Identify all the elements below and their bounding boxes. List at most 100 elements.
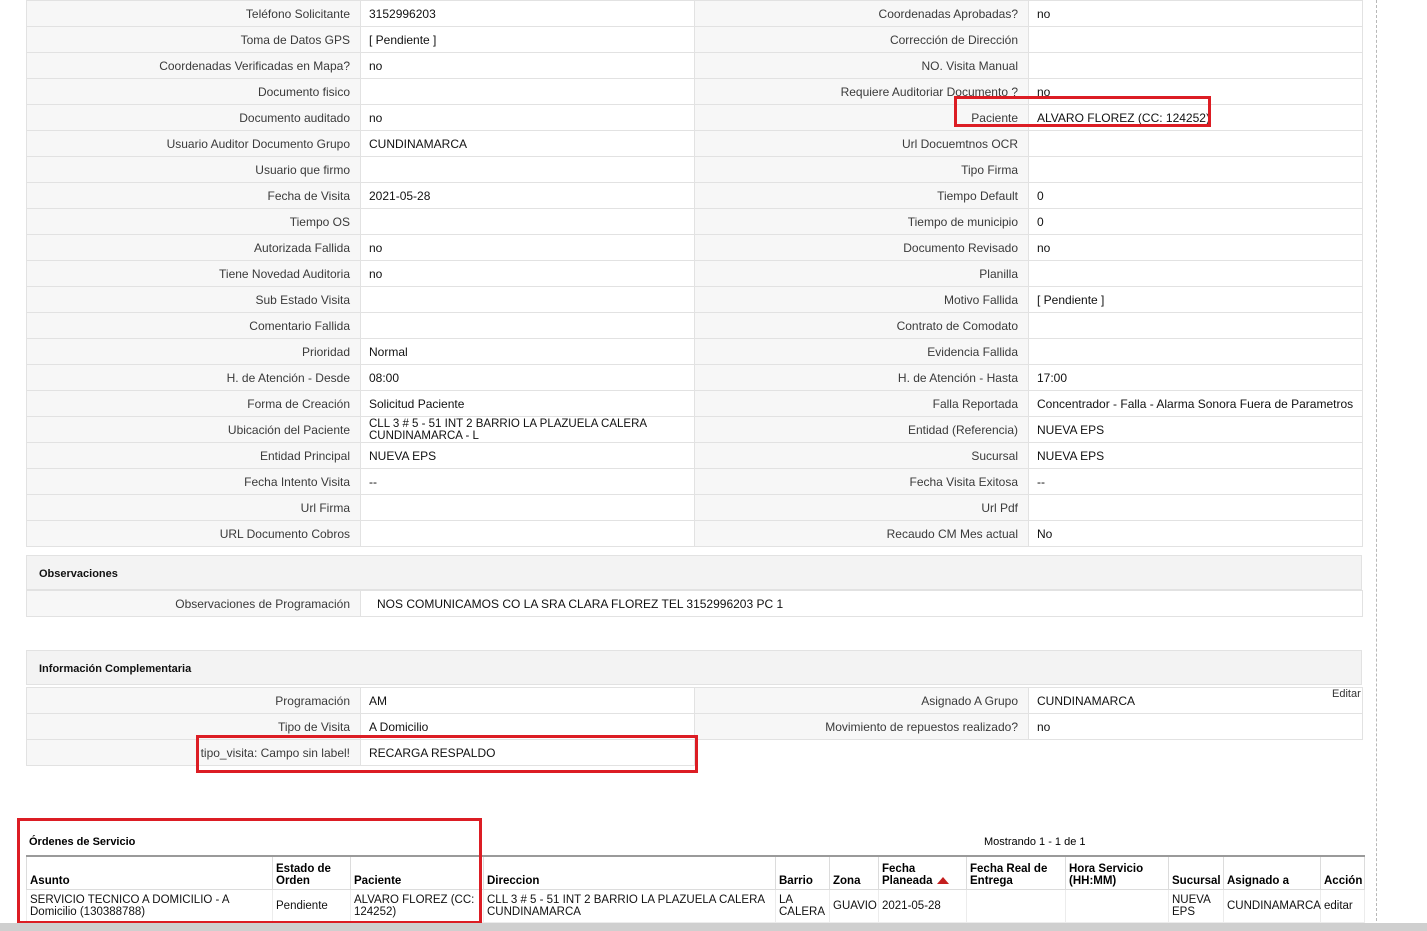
detail-row: Usuario que firmo Tipo Firma xyxy=(26,156,1363,183)
field-label: Url Pdf xyxy=(694,494,1029,521)
detail-row: Tiene Novedad Auditoria no Planilla xyxy=(26,260,1363,287)
field-label: Paciente xyxy=(694,104,1029,131)
info-row: Tipo de Visita A Domicilio Movimiento de… xyxy=(26,713,1363,740)
field-label: Coordenadas Aprobadas? xyxy=(694,0,1029,27)
detail-row: Usuario Auditor Documento Grupo CUNDINAMA… xyxy=(26,130,1363,157)
field-value xyxy=(360,208,695,235)
field-value: 17:00 xyxy=(1028,364,1363,391)
field-label: Coordenadas Verificadas en Mapa? xyxy=(26,52,361,79)
field-value: 0 xyxy=(1028,208,1363,235)
right-dashed-divider xyxy=(1376,0,1377,931)
field-label: tipo_visita: Campo sin label! xyxy=(26,739,361,766)
info-row: tipo_visita: Campo sin label! RECARGA RE… xyxy=(26,739,1363,766)
field-value: ALVARO FLOREZ (CC: 124252) xyxy=(1028,104,1363,131)
detail-row: Coordenadas Verificadas en Mapa? no NO. Vi… xyxy=(26,52,1363,79)
field-label: Fecha de Visita xyxy=(26,182,361,209)
column-header-direccion[interactable]: Direccion xyxy=(483,855,776,890)
detail-row: Documento auditado no Paciente ALVARO FLORE… xyxy=(26,104,1363,131)
observaciones-table: Observaciones de Programación NOS COMUNI… xyxy=(26,590,1363,617)
field-value: -- xyxy=(360,468,695,495)
info-complementaria-table: Programación AM Asignado A Grupo CUNDINA… xyxy=(26,687,1363,766)
field-value: Solicitud Paciente xyxy=(360,390,695,417)
field-value: NOS COMUNICAMOS CO LA SRA CLARA FLOREZ T… xyxy=(360,590,1363,617)
detail-row: Entidad Principal NUEVA EPS Sucursal NUEVA … xyxy=(26,442,1363,469)
column-header-accion: Acción xyxy=(1320,855,1365,890)
cell-asunto: SERVICIO TECNICO A DOMICILIO - A Domicil… xyxy=(26,889,273,923)
column-header-asignado[interactable]: Asignado a xyxy=(1223,855,1321,890)
edit-order-link[interactable]: editar xyxy=(1320,889,1365,923)
field-label: Requiere Auditoriar Documento ? xyxy=(694,78,1029,105)
detail-row: Comentario Fallida Contrato de Comodato xyxy=(26,312,1363,339)
field-value: 2021-05-28 xyxy=(360,182,695,209)
field-value xyxy=(360,520,695,547)
field-value: CLL 3 # 5 - 51 INT 2 BARRIO LA PLAZUELA … xyxy=(360,416,695,443)
field-label: Falla Reportada xyxy=(694,390,1029,417)
field-label: Observaciones de Programación xyxy=(26,590,361,617)
field-value xyxy=(360,494,695,521)
field-value xyxy=(1028,52,1363,79)
column-header-barrio[interactable]: Barrio xyxy=(775,855,830,890)
field-label: Documento auditado xyxy=(26,104,361,131)
column-header-paciente[interactable]: Paciente xyxy=(350,855,484,890)
field-label: Prioridad xyxy=(26,338,361,365)
empty-cell xyxy=(694,739,1029,766)
field-label: Tiempo Default xyxy=(694,182,1029,209)
field-value: 08:00 xyxy=(360,364,695,391)
field-value xyxy=(360,156,695,183)
cell-asignado: CUNDINAMARCA xyxy=(1223,889,1321,923)
cell-estado: Pendiente xyxy=(272,889,351,923)
detail-row: H. de Atención - Desde 08:00 H. de Atenció… xyxy=(26,364,1363,391)
info-complementaria-header: Información Complementaria xyxy=(26,650,1362,685)
column-header-asunto[interactable]: Asunto xyxy=(26,855,273,890)
cell-fecha-planeada: 2021-05-28 xyxy=(878,889,967,923)
field-value: Normal xyxy=(360,338,695,365)
field-value: no xyxy=(360,104,695,131)
field-value: 3152996203 xyxy=(360,0,695,27)
field-label: Usuario Auditor Documento Grupo xyxy=(26,130,361,157)
detail-row: Documento fisico Requiere Auditoriar Docu… xyxy=(26,78,1363,105)
field-value: [ Pendiente ] xyxy=(1028,286,1363,313)
column-header-fecha-planeada[interactable]: Fecha Planeada xyxy=(878,855,967,890)
field-label: Evidencia Fallida xyxy=(694,338,1029,365)
field-label: Corrección de Dirección xyxy=(694,26,1029,53)
field-value: no xyxy=(1028,713,1363,740)
field-label: Url Firma xyxy=(26,494,361,521)
field-label: Teléfono Solicitante xyxy=(26,0,361,27)
field-label: URL Documento Cobros xyxy=(26,520,361,547)
field-label: Tiempo de municipio xyxy=(694,208,1029,235)
cell-zona: GUAVIO xyxy=(829,889,879,923)
cell-sucursal: NUEVA EPS xyxy=(1168,889,1224,923)
field-label: Planilla xyxy=(694,260,1029,287)
cell-barrio: LA CALERA xyxy=(775,889,830,923)
field-label: Documento fisico xyxy=(26,78,361,105)
detail-row: Ubicación del Paciente CLL 3 # 5 - 51 INT… xyxy=(26,416,1363,443)
column-header-zona[interactable]: Zona xyxy=(829,855,879,890)
column-header-hora-servicio[interactable]: Hora Servicio (HH:MM) xyxy=(1065,855,1169,890)
field-label: Tipo de Visita xyxy=(26,713,361,740)
field-label: Documento Revisado xyxy=(694,234,1029,261)
field-value: no xyxy=(1028,78,1363,105)
field-label: Autorizada Fallida xyxy=(26,234,361,261)
detail-row: Url Firma Url Pdf xyxy=(26,494,1363,521)
column-header-fecha-real[interactable]: Fecha Real de Entrega xyxy=(966,855,1066,890)
field-value: A Domicilio xyxy=(360,713,695,740)
field-value: no xyxy=(360,52,695,79)
horizontal-scrollbar[interactable] xyxy=(0,923,1427,931)
field-label: H. de Atención - Desde xyxy=(26,364,361,391)
cell-paciente: ALVARO FLOREZ (CC: 124252) xyxy=(350,889,484,923)
sort-ascending-icon xyxy=(936,877,949,885)
pagination-info: Mostrando 1 - 1 de 1 xyxy=(984,836,1086,848)
observaciones-row: Observaciones de Programación NOS COMUNI… xyxy=(26,590,1363,617)
field-value xyxy=(1028,338,1363,365)
field-value xyxy=(360,286,695,313)
field-label: Motivo Fallida xyxy=(694,286,1029,313)
field-label: Fecha Visita Exitosa xyxy=(694,468,1029,495)
field-value: No xyxy=(1028,520,1363,547)
field-label: Tiene Novedad Auditoria xyxy=(26,260,361,287)
detail-row: Toma de Datos GPS[ Pendiente ] Corrección… xyxy=(26,26,1363,53)
column-header-sucursal[interactable]: Sucursal xyxy=(1168,855,1224,890)
cell-hora-servicio xyxy=(1065,889,1169,923)
field-value xyxy=(1028,260,1363,287)
field-label: Recaudo CM Mes actual xyxy=(694,520,1029,547)
column-header-estado[interactable]: Estado de Orden xyxy=(272,855,351,890)
